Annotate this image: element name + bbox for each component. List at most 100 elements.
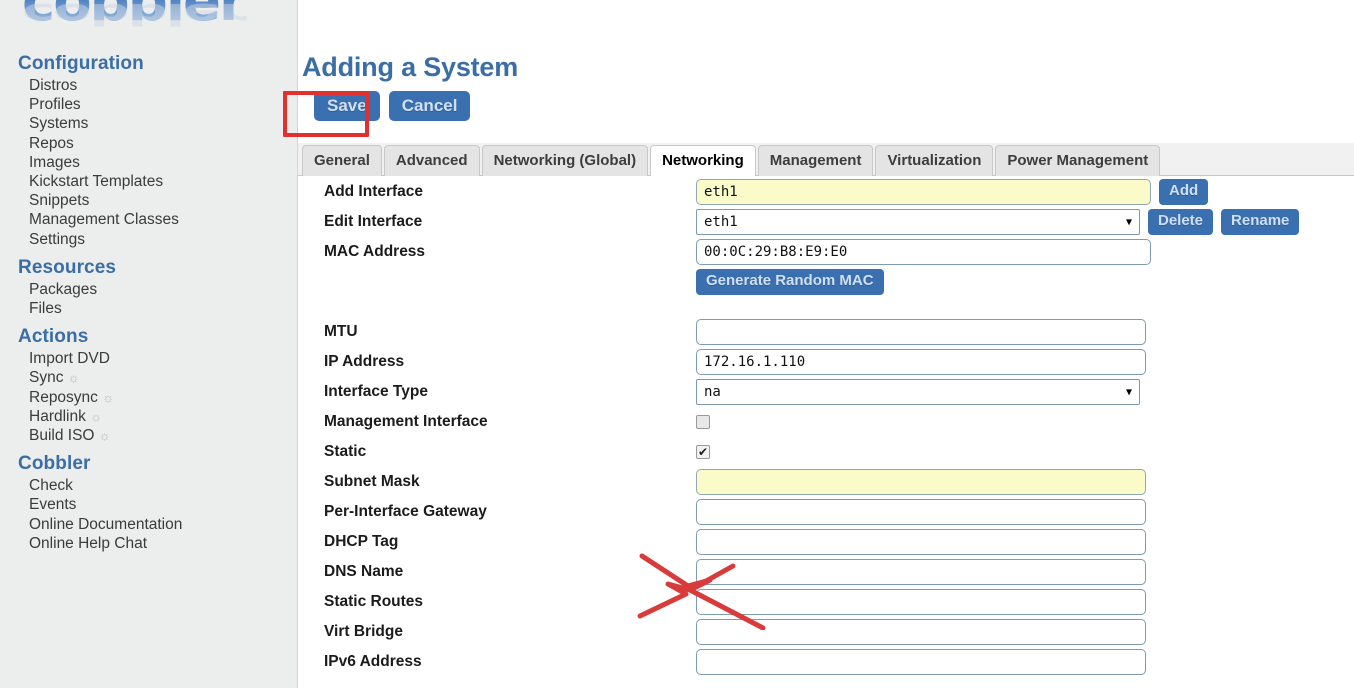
- form-row-per-interface-gateway: Per-Interface Gateway: [298, 497, 1354, 527]
- sidebar-item-check[interactable]: Check: [0, 477, 297, 496]
- sidebar-item-repos[interactable]: Repos: [0, 135, 297, 154]
- sidebar-section-actions: Actions Import DVD Sync ☼ Reposync ☼ Har…: [0, 323, 297, 446]
- sidebar-item-files[interactable]: Files: [0, 300, 297, 319]
- mac-address-input[interactable]: [696, 239, 1151, 265]
- sidebar-item-systems[interactable]: Systems: [0, 115, 297, 134]
- form-row-virt-bridge: Virt Bridge: [298, 617, 1354, 647]
- sidebar-item-events[interactable]: Events: [0, 496, 297, 515]
- sidebar-item-management-classes[interactable]: Management Classes: [0, 211, 297, 230]
- sidebar-item-label: Reposync: [29, 388, 98, 406]
- tab-networking[interactable]: Networking: [650, 144, 756, 176]
- label-ip-address: IP Address: [324, 353, 405, 370]
- logo-reflection: cobbler: [22, 0, 245, 31]
- label-add-interface: Add Interface: [324, 183, 424, 200]
- form-row-static-routes: Static Routes: [298, 587, 1354, 617]
- sidebar-item-build-iso[interactable]: Build ISO ☼: [0, 427, 297, 446]
- sidebar-item-label: Sync: [29, 369, 64, 387]
- sidebar-item-hardlink[interactable]: Hardlink ☼: [0, 408, 297, 427]
- sidebar-item-label: Build ISO: [29, 427, 95, 445]
- sidebar-item-snippets[interactable]: Snippets: [0, 192, 297, 211]
- sidebar-heading-cobbler: Cobbler: [18, 453, 91, 475]
- form-row-ip-address: IP Address: [298, 347, 1354, 377]
- form-row-management-interface: Management Interface ✔: [298, 407, 1354, 437]
- sidebar-item-online-help-chat[interactable]: Online Help Chat: [0, 535, 297, 554]
- gear-icon: ☼: [98, 428, 111, 444]
- label-per-interface-gateway: Per-Interface Gateway: [324, 503, 487, 520]
- tab-networking-global[interactable]: Networking (Global): [481, 144, 649, 176]
- static-routes-input[interactable]: [696, 589, 1146, 615]
- form-spacer: [298, 297, 1354, 317]
- label-virt-bridge: Virt Bridge: [324, 623, 403, 640]
- label-subnet-mask: Subnet Mask: [324, 473, 420, 490]
- gear-icon: ☼: [102, 389, 115, 405]
- management-interface-checkbox[interactable]: ✔: [696, 415, 710, 429]
- sidebar-section-configuration: Configuration Distros Profiles Systems R…: [0, 50, 297, 250]
- label-management-interface: Management Interface: [324, 413, 488, 430]
- label-edit-interface: Edit Interface: [324, 213, 423, 230]
- mtu-input[interactable]: [696, 319, 1146, 345]
- tab-management[interactable]: Management: [757, 144, 874, 176]
- dhcp-tag-input[interactable]: [696, 529, 1146, 555]
- check-icon: ✔: [697, 445, 709, 459]
- tab-general[interactable]: General: [302, 144, 382, 176]
- cobbler-logo[interactable]: cobbler cobbler: [22, 0, 297, 46]
- sidebar-item-settings[interactable]: Settings: [0, 231, 297, 250]
- static-checkbox[interactable]: ✔: [696, 445, 710, 459]
- label-static-routes: Static Routes: [324, 593, 424, 610]
- form-row-add-interface: Add Interface Add: [298, 177, 1354, 207]
- tab-advanced[interactable]: Advanced: [383, 144, 480, 176]
- sidebar-item-packages[interactable]: Packages: [0, 281, 297, 300]
- ipv6-address-input[interactable]: [696, 649, 1146, 675]
- main-content: Adding a System Save Cancel General Adva…: [298, 0, 1354, 688]
- sidebar-item-reposync[interactable]: Reposync ☼: [0, 389, 297, 408]
- virt-bridge-input[interactable]: [696, 619, 1146, 645]
- interface-type-select[interactable]: na ▼: [696, 379, 1140, 405]
- sidebar-item-sync[interactable]: Sync ☼: [0, 369, 297, 388]
- tab-power-management[interactable]: Power Management: [995, 144, 1161, 176]
- page-title: Adding a System: [302, 52, 519, 82]
- subnet-mask-input[interactable]: [696, 469, 1146, 495]
- sidebar-item-profiles[interactable]: Profiles: [0, 96, 297, 115]
- ip-address-input[interactable]: [696, 349, 1146, 375]
- add-interface-button[interactable]: Add: [1159, 179, 1209, 205]
- form-row-dns-name: DNS Name: [298, 557, 1354, 587]
- sidebar-item-import-dvd[interactable]: Import DVD: [0, 350, 297, 369]
- label-ipv6-address: IPv6 Address: [324, 653, 422, 670]
- sidebar-item-label: Hardlink: [29, 407, 86, 425]
- sidebar-section-cobbler: Cobbler Check Events Online Documentatio…: [0, 450, 297, 554]
- form-row-subnet-mask: Subnet Mask: [298, 467, 1354, 497]
- dns-name-input[interactable]: [696, 559, 1146, 585]
- delete-interface-button[interactable]: Delete: [1148, 209, 1214, 235]
- label-dns-name: DNS Name: [324, 563, 404, 580]
- label-interface-type: Interface Type: [324, 383, 428, 400]
- sidebar-heading-actions: Actions: [18, 326, 89, 348]
- label-static: Static: [324, 443, 367, 460]
- edit-interface-select[interactable]: eth1 ▼: [696, 209, 1140, 235]
- form-row-dhcp-tag: DHCP Tag: [298, 527, 1354, 557]
- sidebar-item-online-documentation[interactable]: Online Documentation: [0, 516, 297, 535]
- label-dhcp-tag: DHCP Tag: [324, 533, 399, 550]
- form-row-generate-mac: Generate Random MAC: [298, 267, 1354, 297]
- tab-bar: General Advanced Networking (Global) Net…: [298, 143, 1354, 176]
- save-button[interactable]: Save: [314, 91, 380, 122]
- interface-type-value: na: [704, 384, 721, 400]
- edit-interface-value: eth1: [704, 214, 738, 230]
- label-mac-address: MAC Address: [324, 243, 426, 260]
- rename-interface-button[interactable]: Rename: [1221, 209, 1300, 235]
- sidebar-section-resources: Resources Packages Files: [0, 254, 297, 319]
- sidebar-item-images[interactable]: Images: [0, 154, 297, 173]
- sidebar-item-distros[interactable]: Distros: [0, 77, 297, 96]
- sidebar-heading-configuration: Configuration: [18, 53, 144, 74]
- tab-virtualization[interactable]: Virtualization: [875, 144, 994, 176]
- label-mtu: MTU: [324, 323, 358, 340]
- sidebar-item-label: Import DVD: [29, 350, 110, 368]
- per-interface-gateway-input[interactable]: [696, 499, 1146, 525]
- cancel-button[interactable]: Cancel: [388, 91, 471, 122]
- form-row-ipv6-address: IPv6 Address: [298, 647, 1354, 677]
- add-interface-input[interactable]: [696, 179, 1151, 205]
- gear-icon: ☼: [67, 370, 80, 386]
- generate-random-mac-button[interactable]: Generate Random MAC: [696, 269, 884, 295]
- sidebar-item-kickstart-templates[interactable]: Kickstart Templates: [0, 173, 297, 192]
- form-row-mac-address: MAC Address: [298, 237, 1354, 267]
- form-row-edit-interface: Edit Interface eth1 ▼ Delete Rename: [298, 207, 1354, 237]
